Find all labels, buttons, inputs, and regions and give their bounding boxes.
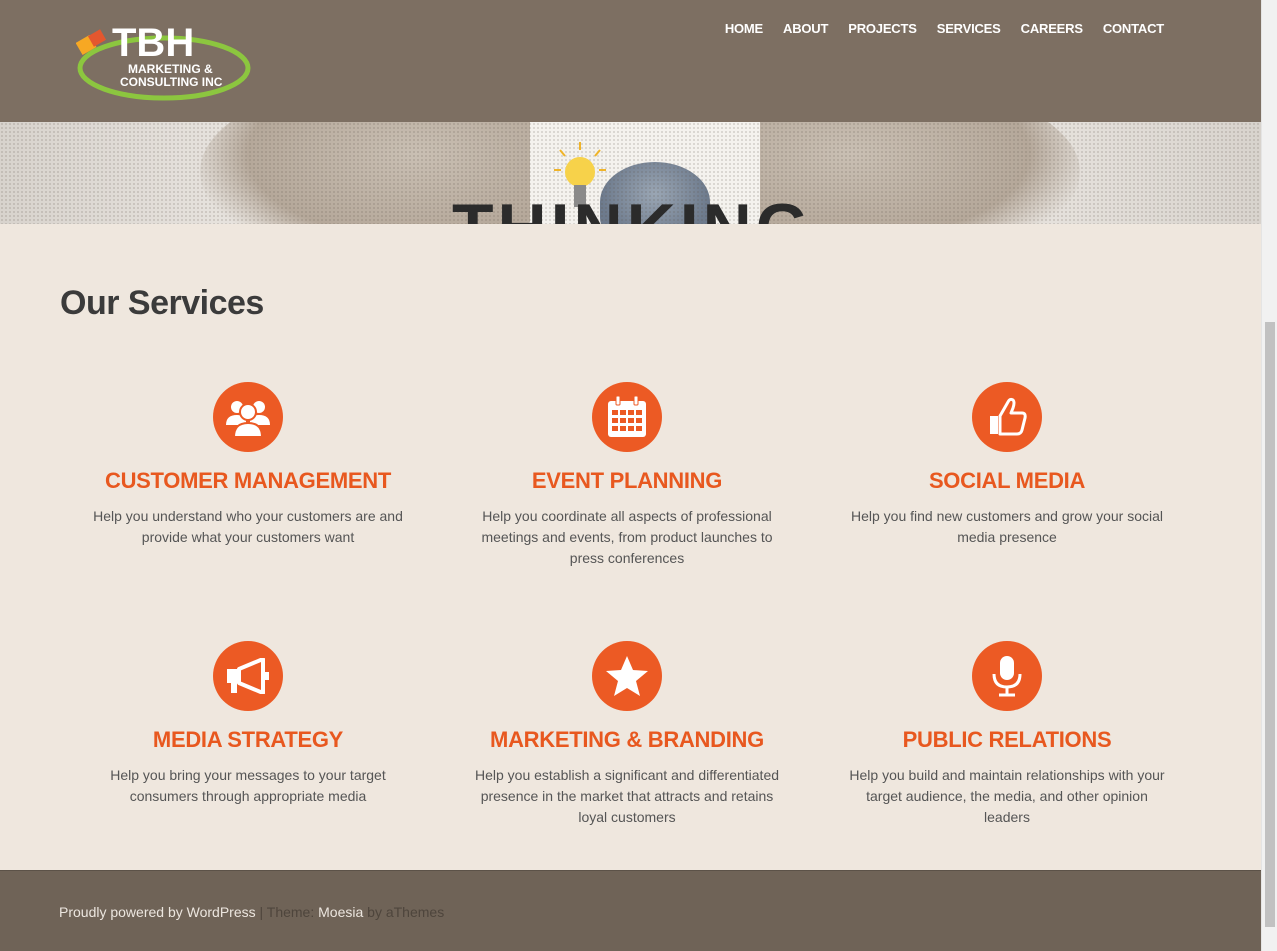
service-title: PUBLIC RELATIONS: [902, 727, 1112, 752]
footer-separator: | Theme:: [255, 904, 319, 920]
logo-subtext-1: MARKETING &: [128, 62, 213, 76]
logo-text: TBH: [112, 21, 194, 65]
main-nav: HOME ABOUT PROJECTS SERVICES CAREERS CON…: [715, 20, 1174, 38]
service-icon-circle: [213, 641, 283, 711]
logo-graphic: TBH MARKETING & CONSULTING INC: [76, 21, 251, 101]
nav-contact[interactable]: CONTACT: [1093, 20, 1174, 38]
service-icon-circle: [592, 382, 662, 452]
service-icon-circle: [972, 382, 1042, 452]
service-title: SOCIAL MEDIA: [928, 468, 1086, 493]
service-description: Help you build and maintain relationship…: [849, 767, 1165, 825]
service-social-media: SOCIAL MEDIA Help you find new customers…: [837, 382, 1177, 548]
site-header: TBH MARKETING & CONSULTING INC HOME ABOU…: [0, 0, 1261, 122]
service-icon-circle: [972, 641, 1042, 711]
nav-about[interactable]: ABOUT: [773, 20, 838, 38]
service-description: Help you establish a significant and dif…: [474, 767, 780, 825]
site-footer: Proudly powered by WordPress | Theme: Mo…: [0, 870, 1261, 951]
service-marketing-branding: MARKETING & BRANDING Help you establish …: [457, 641, 797, 828]
footer-author: by aThemes: [363, 904, 445, 920]
service-description: Help you understand who your customers a…: [93, 508, 403, 545]
calendar-icon: [608, 395, 646, 437]
service-title: MARKETING & BRANDING: [490, 727, 764, 752]
service-customer-management: CUSTOMER MANAGEMENT Help you understand …: [78, 382, 418, 548]
footer-credits: Proudly powered by WordPress | Theme: Mo…: [59, 904, 444, 920]
nav-projects[interactable]: PROJECTS: [838, 20, 926, 38]
service-title: CUSTOMER MANAGEMENT: [104, 468, 391, 493]
service-title: EVENT PLANNING: [531, 468, 723, 493]
theme-link[interactable]: Moesia: [318, 904, 363, 920]
service-public-relations: PUBLIC RELATIONS Help you build and main…: [837, 641, 1177, 828]
nav-careers[interactable]: CAREERS: [1011, 20, 1093, 38]
service-media-strategy: MEDIA STRATEGY Help you bring your messa…: [78, 641, 418, 807]
users-icon: [226, 401, 270, 437]
nav-home[interactable]: HOME: [715, 20, 773, 38]
service-description: Help you find new customers and grow you…: [850, 508, 1164, 545]
thumbs-up-icon: [990, 397, 1027, 436]
service-title: MEDIA STRATEGY: [152, 727, 344, 752]
services-heading: Our Services: [60, 284, 264, 322]
service-event-planning: EVENT PLANNING Help you coordinate all a…: [457, 382, 797, 569]
service-icon-circle: [592, 641, 662, 711]
service-icon-circle: [213, 382, 283, 452]
star-icon: [606, 656, 648, 696]
nav-services[interactable]: SERVICES: [927, 20, 1011, 38]
scrollbar[interactable]: [1261, 0, 1277, 951]
scrollbar-thumb[interactable]: [1265, 322, 1275, 927]
service-description: Help you coordinate all aspects of profe…: [481, 508, 773, 566]
megaphone-icon: [227, 658, 269, 694]
hero-banner: THINKING: [0, 122, 1261, 224]
site-logo[interactable]: TBH MARKETING & CONSULTING INC: [76, 18, 256, 104]
wordpress-link[interactable]: Proudly powered by WordPress: [59, 904, 256, 920]
microphone-icon: [992, 656, 1022, 697]
logo-subtext-2: CONSULTING INC: [120, 75, 223, 89]
service-description: Help you bring your messages to your tar…: [110, 767, 386, 804]
hero-text: THINKING: [452, 194, 813, 224]
page: TBH MARKETING & CONSULTING INC HOME ABOU…: [0, 0, 1261, 951]
